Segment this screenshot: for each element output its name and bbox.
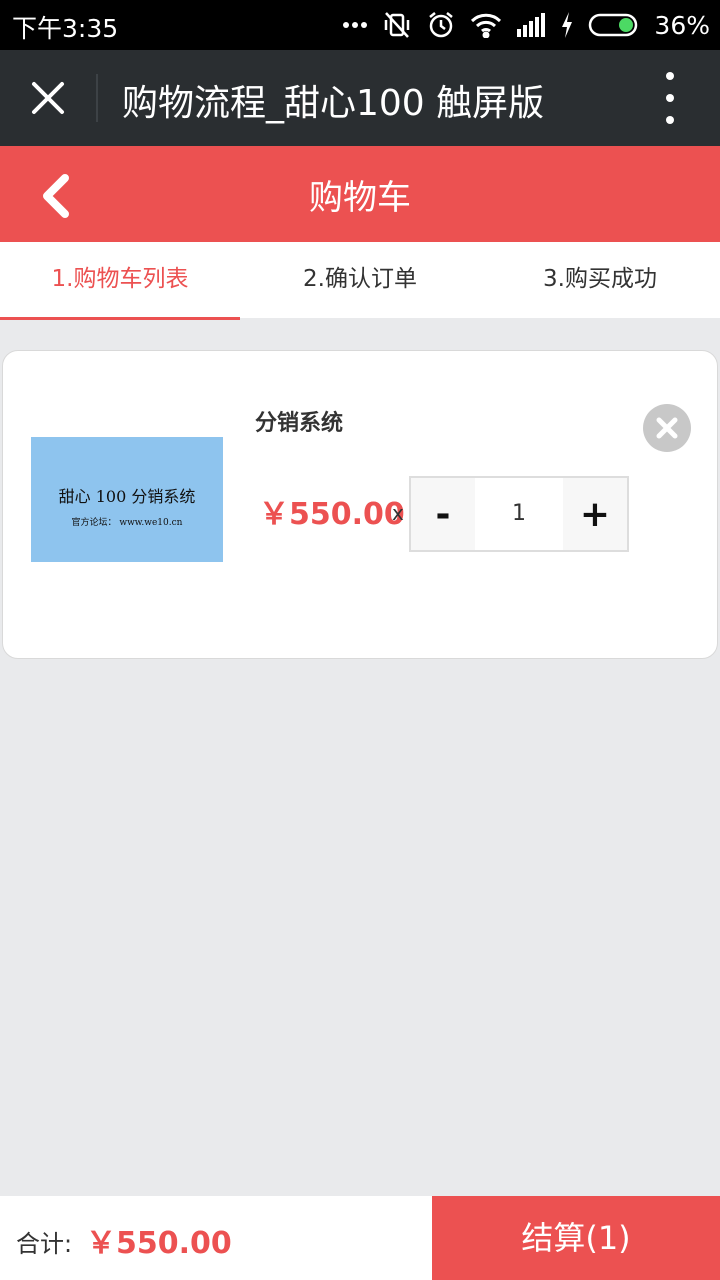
checkout-button[interactable]: 结算(1) [432,1196,720,1280]
step-cart-list[interactable]: 1.购物车列表 [0,242,240,320]
status-icons: 36% [342,8,710,42]
quantity-stepper: - 1 + [409,476,629,552]
decrease-button[interactable]: - [411,478,475,550]
cart-item: 甜心 100 分销系统 官方论坛： www.we10.cn 分销系统 ￥550.… [2,350,718,659]
multiply-sign: x [392,501,404,525]
thumbnail-subtitle: 官方论坛： www.we10.cn [71,518,183,528]
product-thumbnail[interactable]: 甜心 100 分销系统 官方论坛： www.we10.cn [31,437,223,562]
increase-button[interactable]: + [563,478,627,550]
close-icon [656,417,678,439]
signal-icon [517,13,546,37]
status-time: 下午3:35 [12,14,119,43]
status-bar: 下午3:35 36% [0,0,720,50]
product-name[interactable]: 分销系统 [255,405,343,437]
step-confirm-order[interactable]: 2.确认订单 [240,242,480,318]
battery-icon [589,13,638,37]
bottom-bar: 合计: ￥550.00 结算(1) [0,1196,720,1280]
divider [96,74,98,122]
vibrate-off-icon [385,12,410,38]
thumbnail-title: 甜心 100 分销系统 [58,487,196,506]
quantity-input[interactable]: 1 [475,478,563,550]
total-value: ￥550.00 [86,1226,232,1261]
browser-bar: 购物流程_甜心100 触屏版 [0,50,720,146]
battery-percent: 36% [654,10,710,40]
wifi-icon [471,13,502,38]
step-purchase-success[interactable]: 3.购买成功 [480,242,720,318]
page-header: 购物车 [0,146,720,242]
alarm-icon [429,12,454,38]
product-price: ￥550.00 [259,497,405,532]
browser-title: 购物流程_甜心100 触屏版 [122,83,545,124]
more-vertical-icon[interactable] [650,72,690,124]
charging-icon [562,12,573,38]
steps-bar: 1.购物车列表 2.确认订单 3.购买成功 [0,242,720,320]
more-dots-icon [343,22,368,28]
remove-item-button[interactable] [643,404,691,452]
total-label: 合计: [16,1230,73,1258]
close-icon [32,82,64,114]
close-button[interactable] [20,70,76,126]
page-title: 购物车 [309,178,411,218]
